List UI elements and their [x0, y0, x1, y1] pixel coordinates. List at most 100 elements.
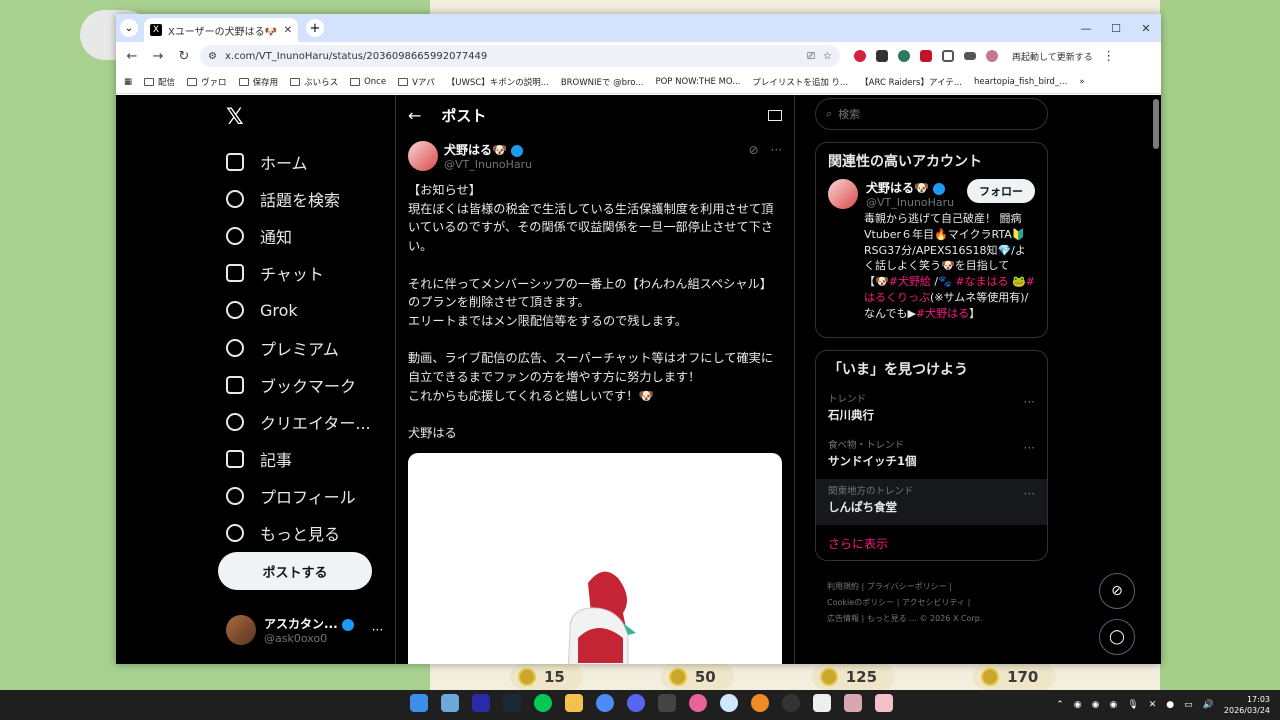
account-name[interactable]: 犬野はる🐶 [866, 179, 954, 196]
bookmark-star-icon[interactable]: ☆ [823, 51, 832, 62]
close-window-button[interactable]: ✕ [1131, 14, 1161, 42]
hashtag-link[interactable]: #なまはる [955, 275, 1008, 288]
folder-icon[interactable] [565, 694, 583, 712]
coin-item[interactable]: 50 [660, 663, 734, 690]
nav-profile[interactable]: プロフィール [226, 478, 371, 515]
nav-home[interactable]: ホーム [226, 143, 371, 180]
app-icon[interactable] [472, 694, 490, 712]
bookmark-item[interactable]: POP NOW:THE MO... [655, 77, 740, 87]
account-switcher[interactable]: アスカタン... @ask0oxo0 ··· [226, 615, 383, 645]
chrome-icon[interactable] [596, 694, 614, 712]
tray-icon[interactable]: ◉ [1109, 700, 1117, 710]
app-icon[interactable] [813, 694, 831, 712]
more-icon[interactable]: ··· [1024, 395, 1035, 409]
scrollbar[interactable] [1153, 99, 1159, 149]
bookmark-item[interactable]: heartopia_fish_bird_... [974, 77, 1067, 87]
author-name[interactable]: 犬野はる🐶 [444, 141, 532, 158]
trend-item[interactable]: 関東地方のトレンド しんぱち食堂 ··· [816, 479, 1047, 525]
bookmark-item[interactable]: 【UWSC】キボンの説明... [447, 76, 549, 88]
discord-icon[interactable] [627, 694, 645, 712]
nav-premium[interactable]: プレミアム [226, 329, 371, 366]
follow-button[interactable]: フォロー [967, 179, 1035, 203]
bookmark-item[interactable]: ぶいらス [290, 76, 338, 88]
steam-icon[interactable] [503, 694, 521, 712]
apps-grid-icon[interactable]: ▦ [124, 77, 132, 87]
tray-icon[interactable]: ✕ [1149, 700, 1157, 710]
grok-fab-icon[interactable]: ⊘ [1099, 573, 1135, 609]
bookmark-item[interactable]: Once [350, 77, 386, 87]
chevron-right-icon[interactable]: » [1079, 77, 1084, 87]
footer-link[interactable]: もっと見る ... [867, 614, 917, 623]
tab-search-button[interactable]: ⌄ [120, 19, 138, 37]
more-icon[interactable]: ··· [1024, 487, 1035, 501]
more-icon[interactable]: ··· [771, 143, 782, 157]
app-icon[interactable] [441, 694, 459, 712]
post-author[interactable]: 犬野はる🐶 @VT_InunoHaru [408, 141, 532, 171]
coin-item[interactable]: 125 [811, 663, 896, 690]
bookmark-item[interactable]: 配信 [144, 76, 175, 88]
author-avatar[interactable] [408, 141, 438, 171]
bookmark-item[interactable]: Vアパ [398, 76, 435, 88]
x-logo-icon[interactable]: 𝕏 [226, 105, 244, 130]
adblock-extension-icon[interactable] [854, 50, 866, 62]
tab-active[interactable]: X Xユーザーの犬野はる🐶さん:「【お知 ✕ [144, 18, 298, 42]
nav-grok[interactable]: Grok [226, 292, 371, 329]
chat-fab-icon[interactable]: ◯ [1099, 619, 1135, 655]
bookmark-item[interactable]: 保存用 [238, 76, 278, 88]
grok-icon[interactable]: ⊘ [748, 143, 758, 157]
nav-chat[interactable]: チャット [226, 255, 371, 292]
bookmark-item[interactable]: 【ARC Raiders】アイテ... [860, 76, 962, 88]
app-icon[interactable] [689, 694, 707, 712]
clock[interactable]: 17:03 2026/03/24 [1224, 694, 1270, 716]
coin-item[interactable]: 170 [973, 663, 1057, 690]
bookmark-item[interactable]: プレイリストを追加 り... [752, 76, 848, 88]
minimize-button[interactable]: — [1071, 14, 1101, 42]
footer-link[interactable]: 広告情報 [827, 614, 859, 623]
extension-icon[interactable] [920, 50, 932, 62]
nav-articles[interactable]: 記事 [226, 441, 371, 478]
app-icon[interactable] [658, 694, 676, 712]
close-icon[interactable]: ✕ [284, 25, 292, 36]
more-icon[interactable]: ··· [1024, 441, 1035, 455]
forward-icon[interactable]: → [148, 49, 168, 64]
tray-icon[interactable]: ◉ [1074, 700, 1082, 710]
volume-icon[interactable]: 🔊 [1203, 700, 1214, 710]
nav-explore[interactable]: 話題を検索 [226, 180, 371, 217]
tray-icon[interactable]: ◉ [1092, 700, 1100, 710]
bookmark-item[interactable]: BROWNIEで @bro... [561, 76, 644, 88]
relaunch-update-button[interactable]: 再起動して更新する [1012, 50, 1093, 63]
start-icon[interactable] [410, 694, 428, 712]
post-media-image[interactable] [408, 453, 782, 664]
extension-icon[interactable] [898, 50, 910, 62]
network-icon[interactable]: ▭ [1184, 700, 1193, 710]
extension-icon[interactable] [876, 50, 888, 62]
profile-avatar-icon[interactable] [986, 50, 998, 62]
obs-icon[interactable] [782, 694, 800, 712]
app-icon[interactable] [844, 694, 862, 712]
search-input[interactable]: ⌕ 検索 [815, 98, 1048, 130]
app-icon[interactable] [875, 694, 893, 712]
footer-link[interactable]: アクセシビリティ [902, 598, 965, 607]
line-icon[interactable] [534, 694, 552, 712]
tray-icon[interactable]: ● [1166, 700, 1174, 710]
kebab-menu-icon[interactable]: ⋮ [1099, 49, 1119, 64]
app-icon[interactable] [751, 694, 769, 712]
nav-more[interactable]: もっと見る [226, 515, 371, 552]
footer-link[interactable]: プライバシーポリシー [867, 582, 947, 591]
trend-item[interactable]: トレンド 石川典行 ··· [816, 387, 1047, 433]
reload-icon[interactable]: ↻ [174, 49, 194, 64]
nav-bookmarks[interactable]: ブックマーク [226, 366, 371, 403]
bookmark-item[interactable]: ヴァロ [187, 76, 227, 88]
app-icon[interactable] [720, 694, 738, 712]
new-tab-button[interactable]: + [306, 19, 324, 37]
back-arrow-icon[interactable]: ← [408, 106, 421, 125]
account-avatar[interactable] [828, 179, 858, 209]
maximize-button[interactable]: ☐ [1101, 14, 1131, 42]
reader-mode-icon[interactable] [768, 109, 782, 121]
extensions-puzzle-icon[interactable] [942, 50, 954, 62]
account-row[interactable]: 犬野はる🐶 @VT_InunoHaru フォロー [816, 179, 1047, 209]
more-icon[interactable]: ··· [372, 623, 383, 637]
footer-link[interactable]: 利用規約 [827, 582, 859, 591]
nav-notifications[interactable]: 通知 [226, 217, 371, 254]
coin-item[interactable]: 15 [510, 663, 583, 690]
